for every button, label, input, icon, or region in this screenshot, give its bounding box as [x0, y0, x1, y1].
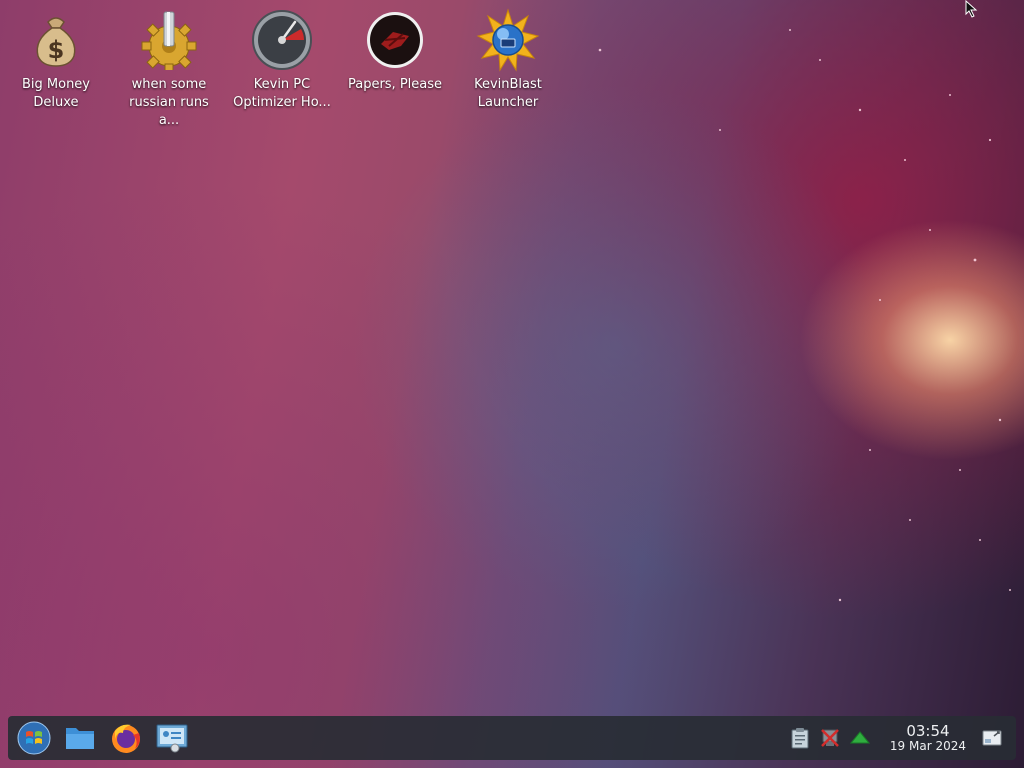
desktop-icon-kevinblast-launcher[interactable]: KevinBlast Launcher: [454, 8, 562, 112]
mouse-cursor-icon: [965, 0, 978, 18]
firefox-icon: [112, 724, 140, 753]
svg-text:$: $: [48, 36, 65, 64]
show-desktop-icon: [982, 730, 1002, 746]
updates-arrow-icon: [849, 731, 870, 744]
desktop-icon-big-money-deluxe[interactable]: $ Big Money Deluxe: [2, 8, 110, 112]
desktop-icon-label: Papers, Please: [347, 77, 443, 92]
file-manager-button[interactable]: [60, 718, 100, 758]
show-desktop-button[interactable]: [980, 726, 1004, 750]
network-tray-button[interactable]: [818, 726, 842, 750]
control-panel-button[interactable]: [152, 718, 192, 758]
desktop-icon-label: Big Money Deluxe: [21, 77, 90, 110]
desktop-icon-label: Kevin PC Optimizer Ho...: [233, 77, 331, 110]
start-menu-button[interactable]: [14, 718, 54, 758]
desktop-icon-russian-runs[interactable]: when some russian runs a...: [115, 8, 223, 130]
clipboard-icon: [791, 728, 809, 749]
control-panel-icon: [156, 724, 188, 753]
kevinblast-icon: [476, 8, 540, 72]
clipboard-tray-button[interactable]: [788, 726, 812, 750]
desktop-icon-label: KevinBlast Launcher: [474, 77, 542, 110]
start-orb-icon: [17, 721, 51, 755]
speedometer-icon: [250, 8, 314, 72]
system-tray: [788, 726, 872, 750]
desktop-icon-kevin-pc-optimizer[interactable]: Kevin PC Optimizer Ho...: [228, 8, 336, 112]
clock-time: 03:54: [906, 722, 950, 740]
gear-icon: [137, 8, 201, 72]
desktop-icon-papers-please[interactable]: Papers, Please: [341, 8, 449, 94]
file-manager-icon: [66, 728, 94, 749]
network-disabled-icon: [821, 729, 839, 747]
desktop[interactable]: $ Big Money Deluxe when some russian run…: [0, 0, 1024, 768]
updates-tray-button[interactable]: [848, 726, 872, 750]
clock[interactable]: 03:54 19 Mar 2024: [890, 723, 966, 753]
firefox-button[interactable]: [106, 718, 146, 758]
papers-please-icon: [363, 8, 427, 72]
desktop-icon-label: when some russian runs a...: [129, 77, 209, 128]
taskbar: 03:54 19 Mar 2024: [8, 716, 1016, 760]
money-bag-icon: $: [24, 8, 88, 72]
clock-date: 19 Mar 2024: [889, 739, 966, 753]
